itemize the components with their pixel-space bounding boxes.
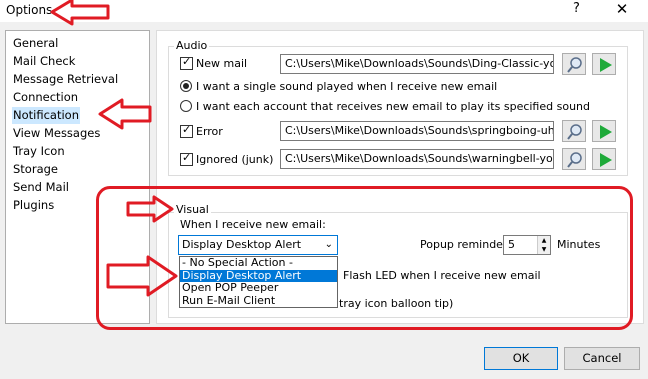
arrow-dropdown-icon bbox=[106, 255, 178, 297]
arrow-title-icon bbox=[50, 0, 110, 26]
arrow-notification-icon bbox=[98, 98, 152, 130]
annotation-arrows bbox=[50, 0, 178, 297]
arrow-visual-icon bbox=[126, 195, 174, 223]
